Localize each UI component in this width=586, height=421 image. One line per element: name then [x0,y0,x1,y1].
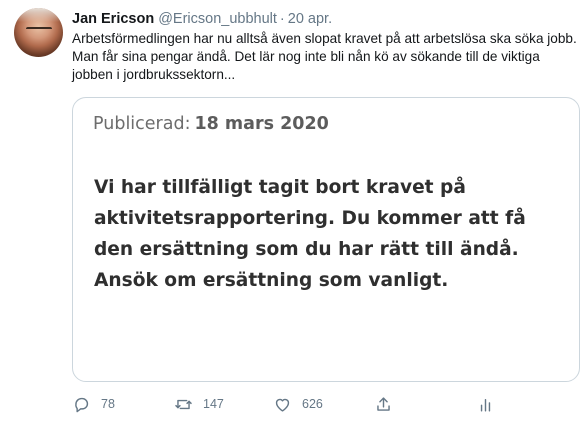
retweet-icon [175,399,192,409]
card-body-line: Ansök om ersättning som vanligt. [94,270,449,291]
retweet-count: 147 [203,397,224,411]
reply-count: 78 [101,397,115,411]
published-date: 18 mars 2020 [194,114,329,134]
card-body-line: aktivitetsrapportering. Du kommer att få [94,208,526,229]
tweet-header: Jan Ericson @Ericson_ubbhult · 20 apr. [72,9,332,29]
card-body: Vi har tillfälligt tagit bort kravet på … [94,172,564,296]
tweet-actions: 78 147 626 [72,392,502,416]
card-body-line: Vi har tillfälligt tagit bort kravet på [94,177,466,198]
share-button[interactable] [374,392,393,416]
analytics-icon [480,398,491,412]
reply-icon [75,397,89,412]
avatar[interactable] [14,8,63,57]
author-name[interactable]: Jan Ericson [72,11,154,27]
attached-image-card[interactable]: Publicerad: 18 mars 2020 Vi har tillfälli… [72,97,580,382]
share-icon [377,396,390,411]
author-handle[interactable]: @Ericson_ubbhult [158,11,277,27]
avatar-glasses [26,27,52,34]
heart-icon [275,398,290,412]
header-separator: · [279,11,285,27]
published-label: Publicerad: [93,114,191,134]
like-button[interactable]: 626 [273,392,323,416]
like-count: 626 [302,397,323,411]
tweet-date[interactable]: 20 apr. [288,11,332,27]
avatar-hair [14,8,63,22]
tweet-text: Arbetsförmedlingen har nu alltså även sl… [72,31,577,82]
published-line: Publicerad: 18 mars 2020 [93,112,329,136]
analytics-button[interactable] [476,392,495,416]
reply-button[interactable]: 78 [72,392,115,416]
retweet-button[interactable]: 147 [174,392,224,416]
tweet[interactable]: Jan Ericson @Ericson_ubbhult · 20 apr. Arbe… [0,0,586,421]
card-body-line: den ersättning som du har rätt till ändå… [94,239,519,260]
